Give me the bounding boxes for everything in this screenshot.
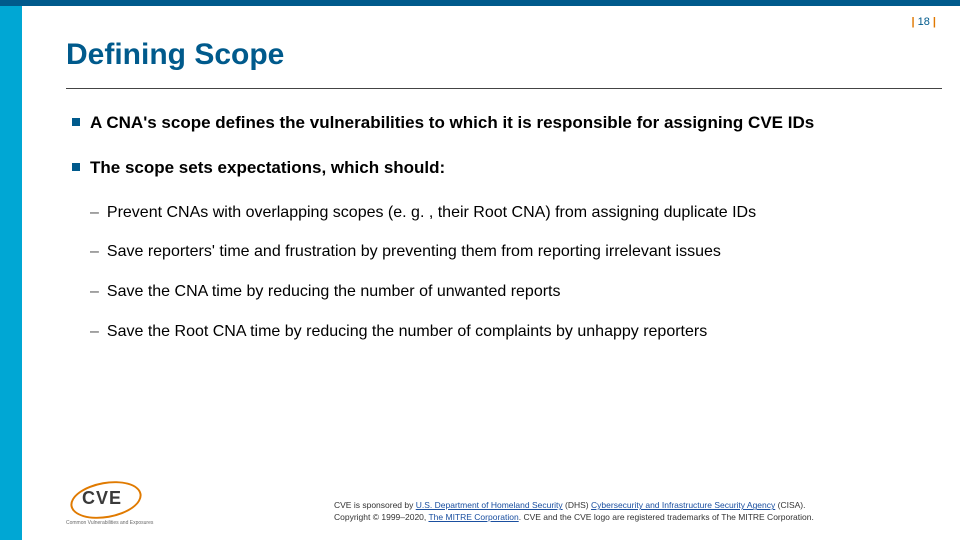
bullet-level2: – Save reporters' time and frustration b… bbox=[90, 241, 920, 263]
logo-subtitle: Common Vulnerabilities and Exposures bbox=[66, 520, 153, 526]
bullet-text: Save reporters' time and frustration by … bbox=[107, 241, 721, 263]
bullet-square-icon bbox=[72, 118, 80, 126]
left-stripe bbox=[0, 6, 22, 540]
slide-title: Defining Scope bbox=[66, 38, 284, 72]
bullet-level2: – Save the CNA time by reducing the numb… bbox=[90, 281, 920, 303]
bullet-dash-icon: – bbox=[90, 202, 99, 224]
bullet-text: Prevent CNAs with overlapping scopes (e.… bbox=[107, 202, 756, 224]
bullet-text: A CNA's scope defines the vulnerabilitie… bbox=[90, 112, 814, 135]
bullet-level1: The scope sets expectations, which shoul… bbox=[72, 157, 920, 180]
bullet-level1: A CNA's scope defines the vulnerabilitie… bbox=[72, 112, 920, 135]
page-number-value: 18 bbox=[918, 16, 930, 28]
footer-text: CVE is sponsored by bbox=[334, 500, 416, 510]
cve-logo: CVE Common Vulnerabilities and Exposures bbox=[66, 480, 154, 524]
bullet-level2: – Prevent CNAs with overlapping scopes (… bbox=[90, 202, 920, 224]
bullet-text: The scope sets expectations, which shoul… bbox=[90, 157, 445, 180]
footer: CVE Common Vulnerabilities and Exposures… bbox=[66, 480, 940, 524]
bullet-dash-icon: – bbox=[90, 281, 99, 303]
link-mitre[interactable]: The MITRE Corporation bbox=[428, 512, 518, 522]
footer-text: Copyright © 1999–2020, bbox=[334, 512, 428, 522]
bullet-text: Save the CNA time by reducing the number… bbox=[107, 281, 561, 303]
copyright: CVE is sponsored by U.S. Department of H… bbox=[334, 500, 814, 524]
page-number: | 18 | bbox=[911, 16, 936, 28]
bullet-text: Save the Root CNA time by reducing the n… bbox=[107, 321, 707, 343]
footer-text: (CISA). bbox=[775, 500, 805, 510]
title-divider bbox=[66, 88, 942, 89]
top-stripe bbox=[0, 0, 960, 6]
logo-text: CVE bbox=[82, 488, 122, 509]
content-area: A CNA's scope defines the vulnerabilitie… bbox=[72, 112, 920, 360]
footer-text: . CVE and the CVE logo are registered tr… bbox=[519, 512, 814, 522]
bullet-dash-icon: – bbox=[90, 321, 99, 343]
bullet-level2: – Save the Root CNA time by reducing the… bbox=[90, 321, 920, 343]
bullet-square-icon bbox=[72, 163, 80, 171]
bullet-dash-icon: – bbox=[90, 241, 99, 263]
link-dhs[interactable]: U.S. Department of Homeland Security bbox=[416, 500, 563, 510]
footer-text: (DHS) bbox=[563, 500, 591, 510]
link-cisa[interactable]: Cybersecurity and Infrastructure Securit… bbox=[591, 500, 775, 510]
